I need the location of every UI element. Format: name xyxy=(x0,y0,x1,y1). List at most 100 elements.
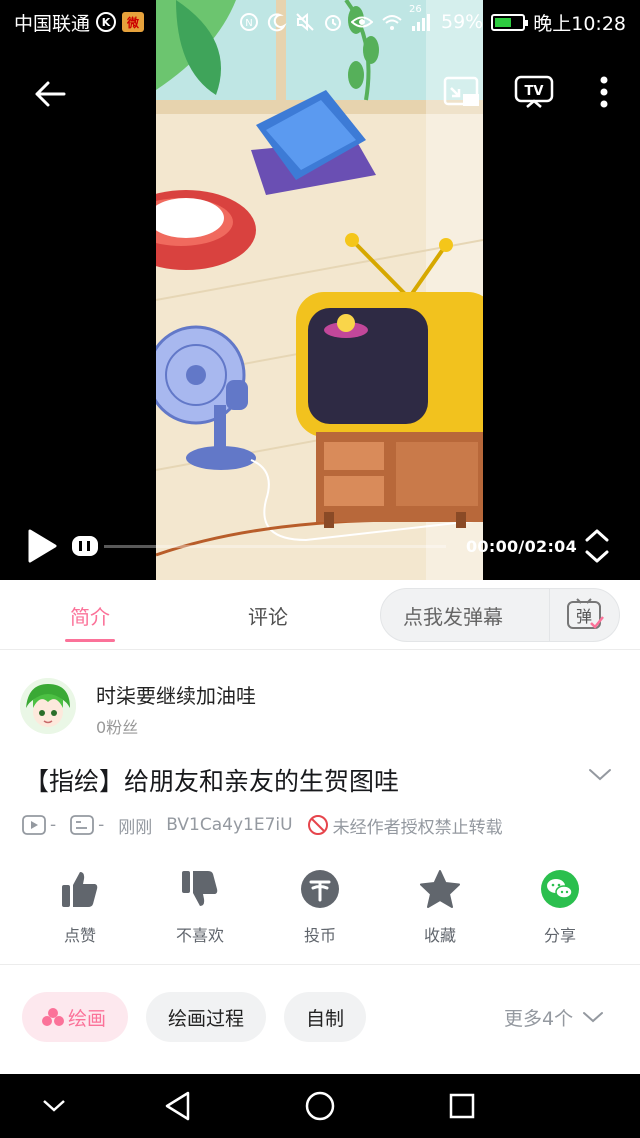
video-detail-page: 中国联通 K 微 N 26 59% 晚上10:28 TV 00:00/02:04… xyxy=(0,0,640,1138)
star-icon xyxy=(419,866,461,912)
weibo-icon: 微 xyxy=(122,12,145,32)
section-divider xyxy=(0,964,640,965)
play-icon xyxy=(28,529,57,563)
play-button[interactable] xyxy=(20,524,64,568)
network-label: 26 xyxy=(409,4,422,15)
category-icon xyxy=(42,1007,64,1027)
favorite-button[interactable]: 收藏 xyxy=(380,866,500,956)
chevron-down-icon xyxy=(43,1100,65,1112)
triangle-back-icon xyxy=(165,1091,190,1121)
mute-icon xyxy=(295,12,315,32)
cast-button[interactable] xyxy=(440,70,484,114)
danmaku-count-icon xyxy=(70,815,95,835)
tab-comments[interactable]: 评论 xyxy=(228,580,308,650)
expand-icon xyxy=(585,529,609,563)
tv-label: TV xyxy=(525,84,544,99)
tv-screen-button[interactable]: TV xyxy=(510,70,558,114)
more-tags-button[interactable]: 更多4个 xyxy=(504,1004,605,1030)
thumbs-up-icon xyxy=(60,866,100,912)
square-recents-icon xyxy=(449,1093,475,1119)
uploader-fans: 0粉丝 xyxy=(96,718,139,737)
danmaku-settings-button[interactable]: 弹 xyxy=(549,589,619,641)
tag-item-hot[interactable]: 绘画 xyxy=(22,992,129,1042)
view-count: - xyxy=(22,815,56,835)
coin-label: 投币 xyxy=(303,926,336,945)
signal-icon: 26 xyxy=(409,4,433,32)
k-badge-icon: K xyxy=(96,12,117,32)
cast-icon xyxy=(443,76,479,106)
nav-home-button[interactable] xyxy=(296,1082,344,1130)
nfc-icon: N xyxy=(239,12,259,32)
more-tags-label: 更多4个 xyxy=(504,1007,574,1030)
nav-hide-button[interactable] xyxy=(30,1082,78,1130)
tag-label: 绘画 xyxy=(68,1007,107,1030)
danmaku-count-value: - xyxy=(98,815,105,835)
dislike-label: 不喜欢 xyxy=(175,926,224,945)
back-arrow-icon xyxy=(35,81,66,107)
danmaku-toggle[interactable] xyxy=(70,534,100,558)
tv-icon: TV xyxy=(514,75,554,108)
wifi-icon xyxy=(381,12,403,32)
view-count-value: - xyxy=(50,815,57,835)
back-button[interactable] xyxy=(28,72,72,116)
expand-description-button[interactable] xyxy=(586,764,616,792)
status-bar: 中国联通 K 微 N 26 59% 晚上10:28 xyxy=(0,0,640,44)
prohibited-icon xyxy=(307,814,329,836)
favorite-label: 收藏 xyxy=(423,926,456,945)
coin-button[interactable]: 投币 xyxy=(260,866,380,956)
video-title: 【指绘】给朋友和亲友的生贺图哇 xyxy=(24,767,400,796)
danmaku-toggle-icon xyxy=(72,536,98,556)
nav-recents-button[interactable] xyxy=(438,1082,486,1130)
video-player[interactable]: 中国联通 K 微 N 26 59% 晚上10:28 TV 00:00/02:04 xyxy=(0,0,640,580)
post-time: 刚刚 xyxy=(118,817,153,838)
chevron-down-icon xyxy=(581,1009,605,1025)
moon-icon xyxy=(267,12,287,32)
uploader-info[interactable]: 时柒要继续加油哇 0粉丝 xyxy=(20,676,620,740)
svg-text:N: N xyxy=(245,18,252,29)
like-button[interactable]: 点赞 xyxy=(20,866,140,956)
danmaku-count: - xyxy=(70,815,104,835)
progress-bar[interactable] xyxy=(104,545,446,548)
tag-item[interactable]: 绘画过程 xyxy=(146,992,267,1042)
fullscreen-button[interactable] xyxy=(580,526,614,566)
more-vertical-icon xyxy=(600,76,608,108)
avatar-image xyxy=(20,678,76,734)
video-meta: - - 刚刚 BV1Ca4y1E7iU 未经作者授权禁止转载 xyxy=(22,812,517,838)
thumbs-down-icon xyxy=(180,866,220,912)
danmaku-icon: 弹 xyxy=(566,598,604,629)
bvid: BV1Ca4y1E7iU xyxy=(166,815,293,835)
coin-icon xyxy=(300,866,340,912)
video-frame[interactable] xyxy=(156,0,483,580)
play-count-icon xyxy=(22,815,46,835)
avatar[interactable] xyxy=(20,678,76,734)
circle-home-icon xyxy=(305,1091,335,1121)
battery-icon xyxy=(491,13,529,31)
dislike-button[interactable]: 不喜欢 xyxy=(140,866,260,956)
wechat-icon xyxy=(540,866,580,912)
danmaku-icon-label: 弹 xyxy=(575,607,591,626)
system-nav-bar xyxy=(0,1074,640,1138)
playback-time: 00:00/02:04 xyxy=(466,537,578,556)
danmaku-placeholder: 点我发弹幕 xyxy=(403,604,503,629)
battery-percent: 59% xyxy=(441,11,484,33)
alarm-icon xyxy=(323,12,343,32)
uploader-name[interactable]: 时柒要继续加油哇 xyxy=(96,680,256,709)
copyright-notice-text: 未经作者授权禁止转载 xyxy=(332,817,503,838)
tab-bar: 简介 评论 点我发弹幕 弹 xyxy=(0,580,640,650)
share-label: 分享 xyxy=(543,926,576,945)
share-button[interactable]: 分享 xyxy=(500,866,620,956)
more-options-button[interactable] xyxy=(586,70,622,114)
clock: 晚上10:28 xyxy=(533,12,626,35)
chevron-down-icon xyxy=(589,769,611,781)
carrier-label: 中国联通 xyxy=(14,12,91,35)
danmaku-input[interactable]: 点我发弹幕 弹 xyxy=(380,588,620,642)
copyright-notice: 未经作者授权禁止转载 xyxy=(307,813,503,838)
video-illustration xyxy=(156,0,483,580)
action-bar: 点赞 不喜欢 投币 收藏 分享 xyxy=(0,866,640,956)
eye-icon xyxy=(351,12,373,32)
like-label: 点赞 xyxy=(63,926,96,945)
tag-list: 绘画 绘画过程 自制 xyxy=(22,992,367,1042)
tag-item[interactable]: 自制 xyxy=(284,992,367,1042)
tab-intro[interactable]: 简介 xyxy=(50,580,130,650)
nav-back-button[interactable] xyxy=(154,1082,202,1130)
